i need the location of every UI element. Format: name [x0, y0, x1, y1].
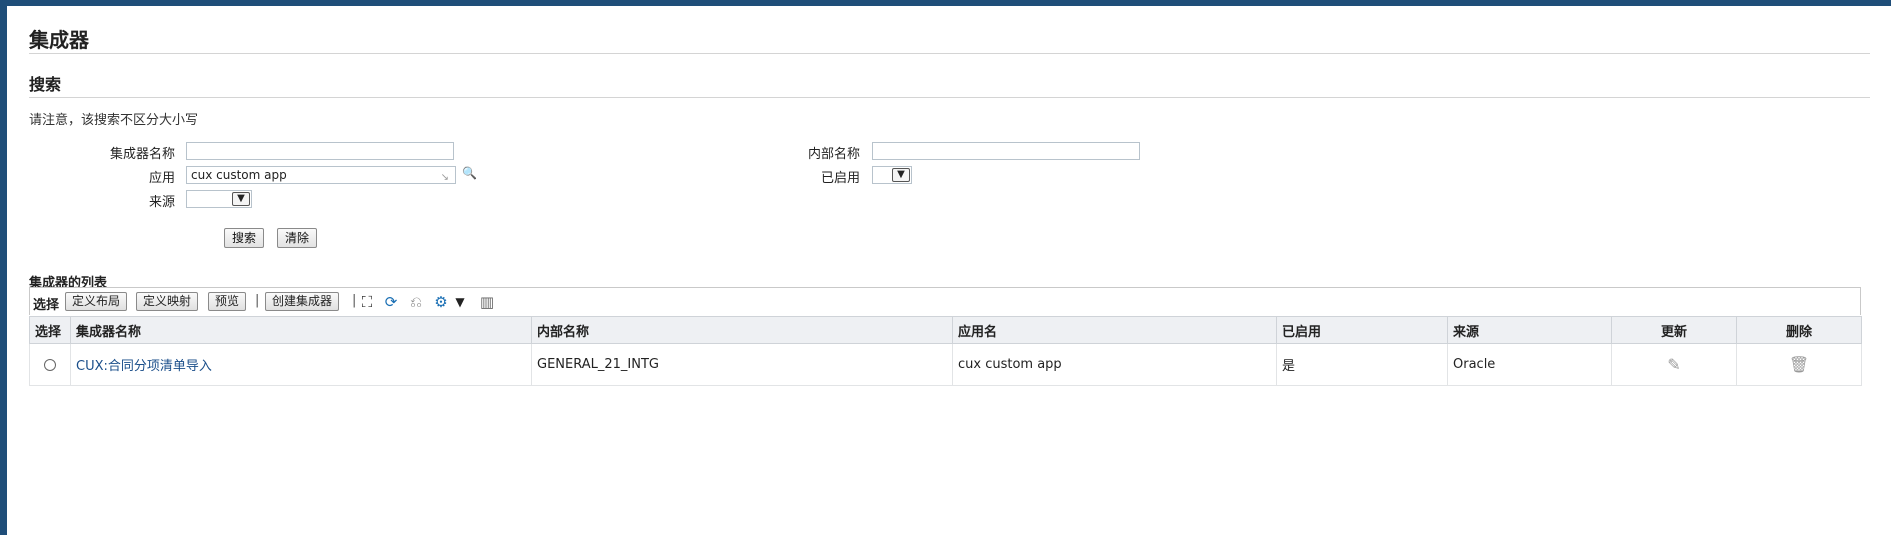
toolbar-separator: | — [352, 293, 357, 308]
table-header-row: 选择 集成器名称 内部名称 应用名 已启用 来源 更新 删除 — [29, 316, 1862, 344]
integrator-name-link[interactable]: CUX:合同分项清单导入 — [76, 359, 212, 374]
window-left-border — [0, 0, 7, 535]
enabled-select[interactable]: ▼ — [872, 166, 912, 184]
enabled-cell: 是 — [1276, 343, 1448, 386]
column-header-update: 更新 — [1611, 316, 1737, 344]
chevron-down-icon: ▼ — [892, 168, 910, 182]
toolbar-separator: | — [255, 293, 260, 308]
define-mapping-button[interactable]: 定义映射 — [136, 292, 199, 311]
page-title: 集成器 — [29, 28, 89, 52]
source-label: 来源 — [148, 195, 175, 210]
application-cell: cux custom app — [952, 343, 1277, 386]
column-header-enabled[interactable]: 已启用 — [1276, 316, 1448, 344]
resize-icon: ↘ — [440, 172, 449, 183]
window-top-border — [0, 0, 1891, 6]
column-header-internal-name[interactable]: 内部名称 — [531, 316, 953, 344]
create-integrator-button[interactable]: 创建集成器 — [265, 292, 340, 311]
search-note: 请注意，该搜索不区分大小写 — [29, 113, 199, 128]
application-value: cux custom app — [191, 168, 287, 182]
column-header-select: 选择 — [29, 316, 71, 344]
table-row: CUX:合同分项清单导入 GENERAL_21_INTG cux custom … — [29, 343, 1862, 386]
gear-icon[interactable]: ⚙ — [432, 293, 450, 311]
row-radio-button[interactable] — [44, 358, 56, 371]
title-divider — [29, 53, 1870, 54]
column-header-application[interactable]: 应用名 — [952, 316, 1277, 344]
refresh-icon[interactable]: ⟳ — [382, 293, 400, 311]
enabled-label: 已启用 — [820, 171, 860, 186]
application-input[interactable]: cux custom app ↘ — [186, 166, 456, 184]
preview-button[interactable]: 预览 — [208, 292, 247, 311]
integrator-name-input[interactable] — [186, 142, 454, 160]
integrator-name-label: 集成器名称 — [109, 147, 175, 162]
pencil-icon[interactable]: ✎ — [1667, 355, 1680, 374]
search-lov-icon[interactable]: 🔍 — [462, 166, 477, 180]
internal-name-input[interactable] — [872, 142, 1140, 160]
dropdown-arrow-icon[interactable]: ▼ — [451, 293, 469, 311]
internal-name-cell: GENERAL_21_INTG — [531, 343, 953, 386]
search-divider — [29, 97, 1870, 98]
columns-icon[interactable]: ▥ — [478, 293, 496, 311]
row-select-cell — [29, 343, 71, 386]
clear-button[interactable]: 清除 — [277, 228, 318, 248]
source-cell: Oracle — [1447, 343, 1612, 386]
source-select[interactable]: ▼ — [186, 190, 252, 208]
define-layout-button[interactable]: 定义布局 — [65, 292, 128, 311]
column-header-source[interactable]: 来源 — [1447, 316, 1612, 344]
detach-icon[interactable]: ⛶ — [358, 293, 376, 311]
toolbar-select-label: 选择 — [33, 298, 60, 313]
list-toolbar: 选择 定义布局 定义映射 预览 | 创建集成器 | ⛶ ⟳ ⎌ ⚙ ▼ ▥ — [29, 287, 1861, 315]
search-button[interactable]: 搜索 — [224, 228, 265, 248]
revert-icon[interactable]: ⎌ — [407, 293, 425, 311]
integrator-table: 选择 集成器名称 内部名称 应用名 已启用 来源 更新 删除 CUX:合同分项清… — [29, 316, 1862, 386]
application-label: 应用 — [148, 171, 175, 186]
update-cell: ✎ — [1611, 343, 1737, 386]
search-section-title: 搜索 — [29, 75, 62, 94]
chevron-down-icon: ▼ — [232, 192, 250, 206]
column-header-integrator-name[interactable]: 集成器名称 — [70, 316, 532, 344]
internal-name-label: 内部名称 — [807, 147, 860, 162]
delete-cell: 🗑 — [1736, 343, 1862, 386]
trash-icon[interactable]: 🗑 — [1789, 355, 1809, 374]
integrator-name-cell: CUX:合同分项清单导入 — [70, 343, 532, 386]
column-header-delete: 删除 — [1736, 316, 1862, 344]
